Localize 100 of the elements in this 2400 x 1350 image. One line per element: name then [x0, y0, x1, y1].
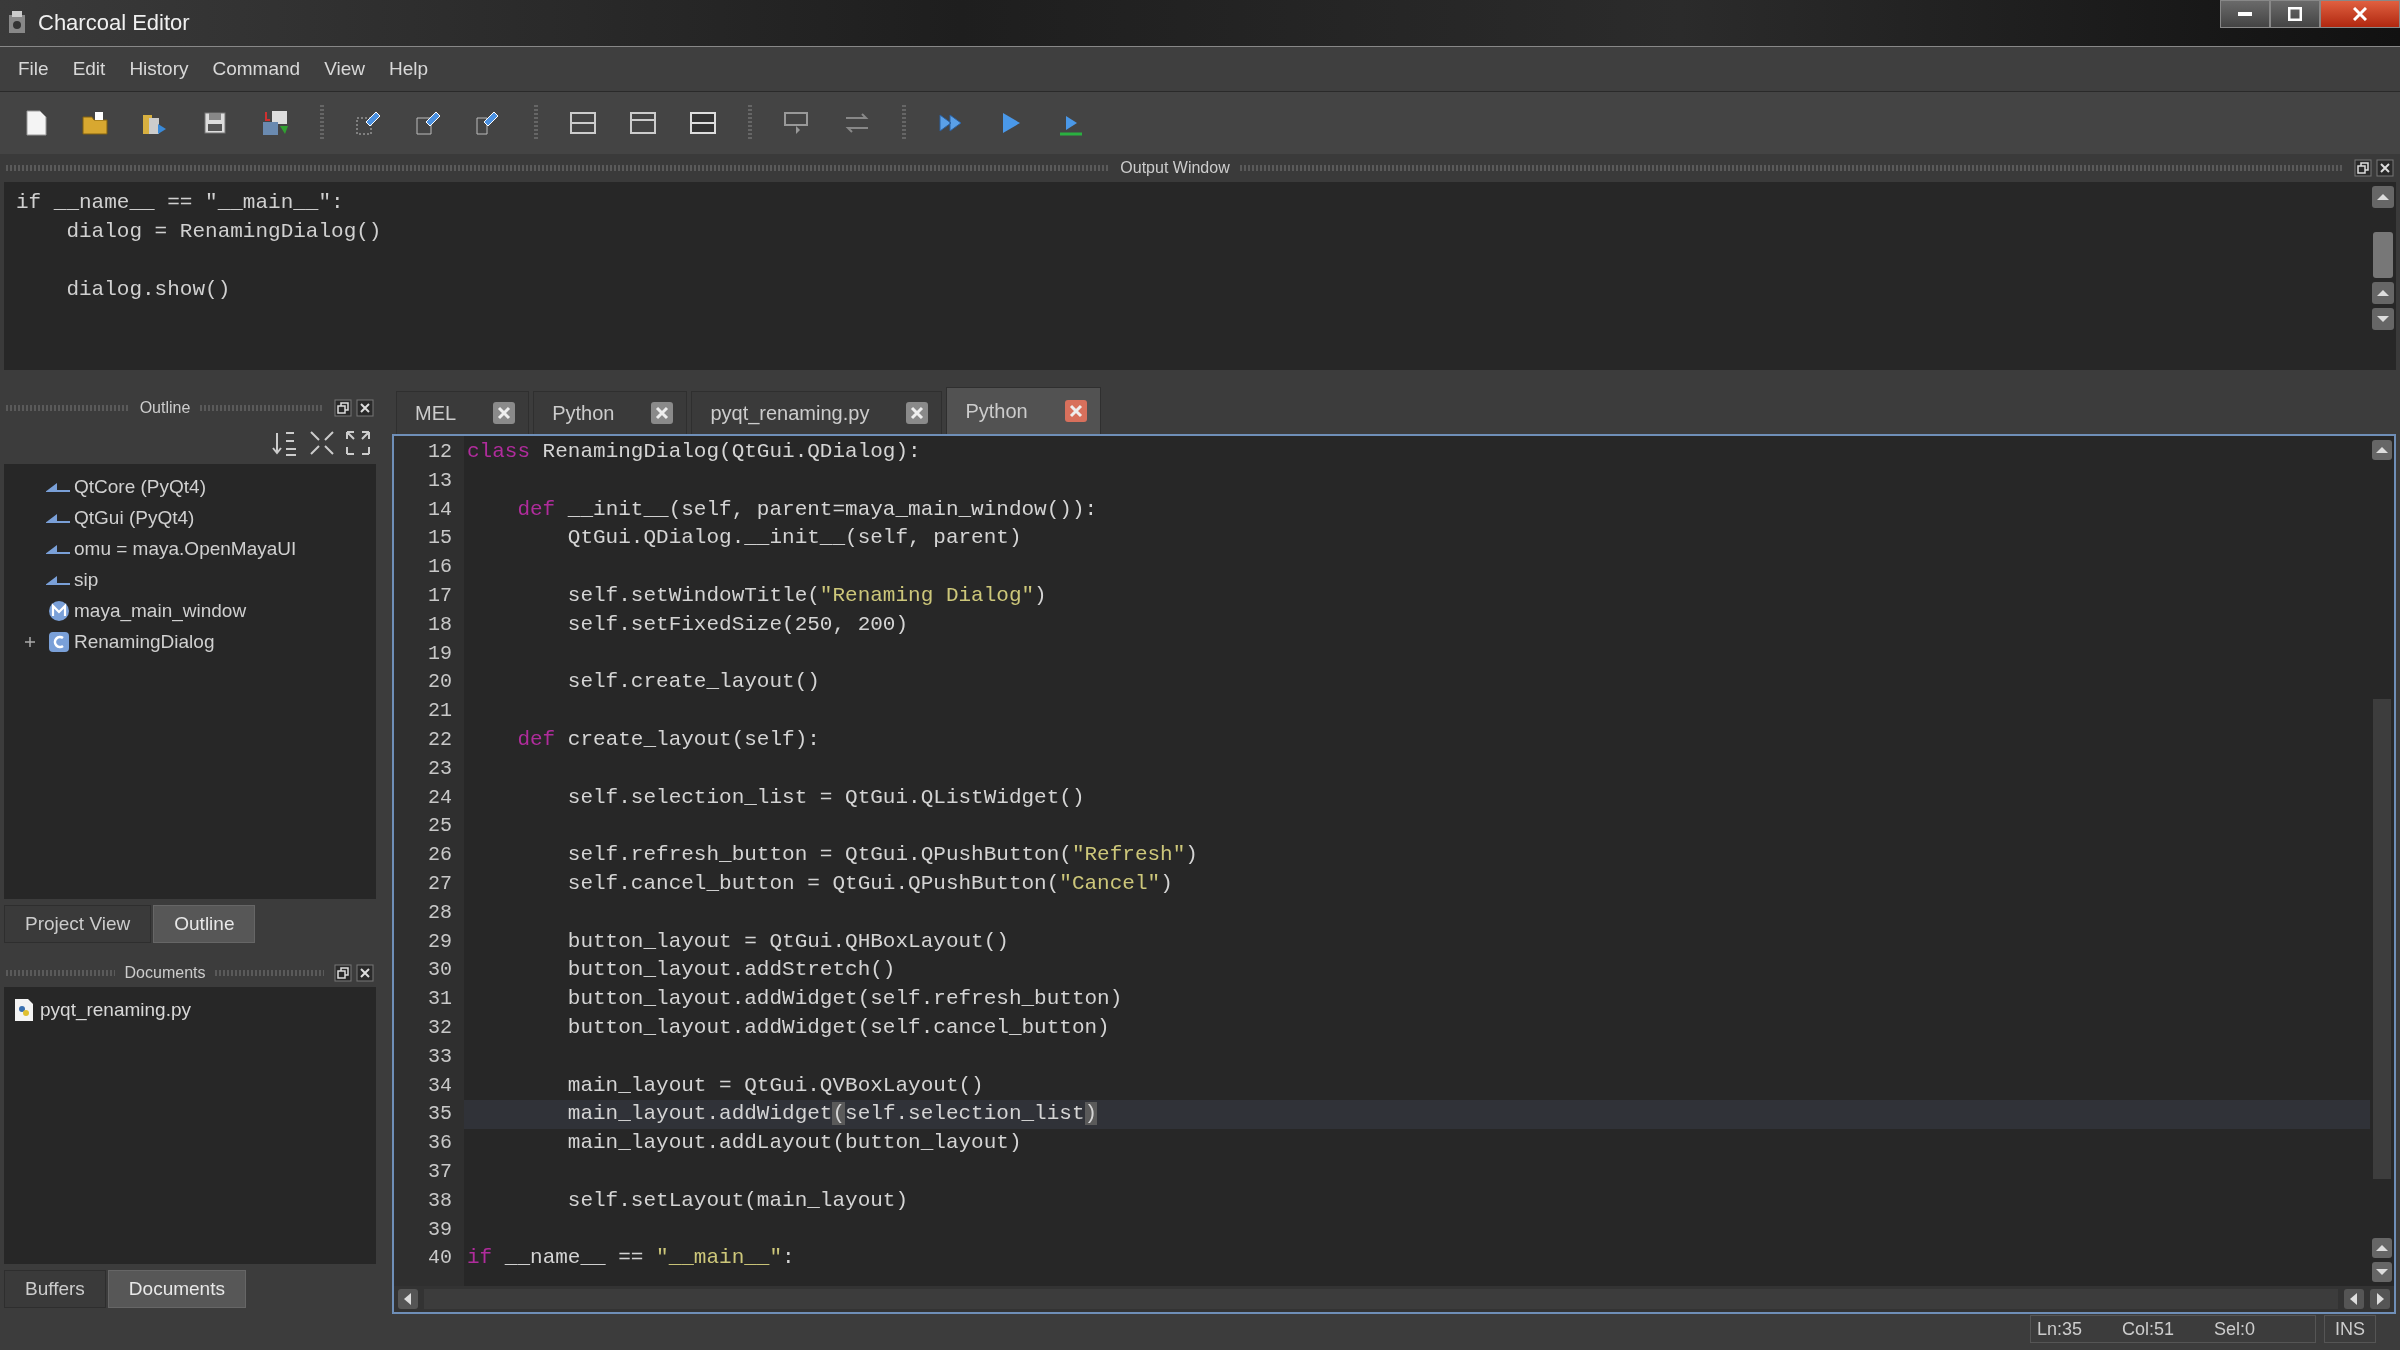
outline-item[interactable]: QtGui (PyQt4): [74, 507, 195, 530]
close-icon[interactable]: [356, 963, 374, 982]
output-line: dialog.show(): [65, 277, 232, 303]
line-number: 40: [427, 1245, 453, 1272]
line-number: 15: [427, 525, 453, 552]
line-number: 27: [427, 870, 453, 897]
menu-item[interactable]: Command: [200, 58, 313, 80]
outline-item[interactable]: sip: [74, 569, 99, 592]
close-tab-icon[interactable]: [650, 401, 675, 425]
panel-tab[interactable]: Documents: [107, 1270, 246, 1308]
panel-tab[interactable]: Project View: [4, 904, 152, 943]
panel-title: Outline: [139, 398, 191, 417]
window-title: Charcoal Editor: [38, 10, 191, 36]
scroll-down-button[interactable]: [2372, 1262, 2392, 1282]
function-icon: [48, 600, 70, 623]
editor-tab[interactable]: pyqt_renaming.py: [691, 391, 943, 434]
line-number: 24: [427, 784, 453, 811]
editor-tab[interactable]: Python: [946, 387, 1101, 434]
save-all-icon[interactable]: [260, 108, 290, 138]
line-number: 39: [427, 1216, 453, 1243]
line-number: 37: [427, 1158, 453, 1185]
menu-item[interactable]: View: [312, 58, 377, 80]
float-icon[interactable]: [334, 963, 352, 982]
line-number: 33: [427, 1043, 453, 1070]
scroll-left-button[interactable]: [2344, 1289, 2364, 1309]
code-line: self.selection_list = QtGui.QListWidget(): [566, 784, 1086, 811]
selection-length: Sel:0: [2213, 1318, 2255, 1340]
code-line: main_layout = QtGui.QVBoxLayout(): [566, 1072, 985, 1099]
line-number: 13: [427, 467, 453, 494]
close-tab-icon[interactable]: [905, 401, 930, 425]
line-number: 32: [427, 1014, 453, 1041]
code-line: self.cancel_button = QtGui.QPushButton("Cancel"): [566, 870, 1174, 897]
code-line: button_layout.addWidget(self.refresh_button): [566, 986, 1124, 1013]
scroll-up-button[interactable]: [2372, 186, 2394, 208]
expand-icon[interactable]: [344, 428, 372, 457]
document-item[interactable]: pyqt_renaming.py: [40, 999, 192, 1022]
float-icon[interactable]: [334, 398, 352, 417]
panel-title: Documents: [124, 963, 206, 982]
line-number: 30: [427, 957, 453, 984]
code-line: self.refresh_button = QtGui.QPushButton("Refresh"): [566, 842, 1199, 869]
scroll-up-button[interactable]: [2372, 1238, 2392, 1258]
output-line: dialog = RenamingDialog(): [65, 219, 383, 245]
cursor-line: Ln:35: [2036, 1318, 2082, 1340]
menu-item[interactable]: Edit: [60, 58, 118, 80]
code-line: def __init__(self, parent=maya_main_window()):: [516, 496, 1099, 523]
code-line: button_layout.addWidget(self.cancel_button): [566, 1014, 1111, 1041]
collapse-icon[interactable]: [308, 428, 336, 457]
code-line: main_layout.addLayout(button_layout): [566, 1130, 1023, 1157]
editor-tab[interactable]: MEL: [396, 391, 530, 434]
line-number: 19: [427, 640, 453, 667]
class-icon: [48, 631, 70, 654]
output-line: if __name__ == "__main__":: [16, 190, 345, 216]
scroll-up-button[interactable]: [2372, 282, 2394, 304]
code-line: self.setLayout(main_layout): [566, 1187, 910, 1214]
line-number: 31: [427, 986, 453, 1013]
line-number: 34: [427, 1072, 453, 1099]
panel-title: Output Window: [1120, 159, 1230, 177]
float-icon[interactable]: [2354, 159, 2372, 177]
scroll-up-button[interactable]: [2372, 440, 2392, 460]
code-line: self.create_layout(): [566, 669, 821, 696]
scroll-down-button[interactable]: [2372, 308, 2394, 330]
outline-item[interactable]: QtCore (PyQt4): [74, 476, 206, 499]
code-line: if __name__ == "__main__":: [466, 1245, 796, 1272]
line-number: 23: [427, 755, 453, 782]
line-number: 16: [427, 554, 453, 581]
panel-tab[interactable]: Outline: [153, 904, 256, 943]
line-number: 21: [427, 698, 453, 725]
outline-item[interactable]: omu = maya.OpenMayaUI: [74, 538, 297, 561]
menu-item[interactable]: History: [117, 58, 201, 80]
line-number: 14: [427, 496, 453, 523]
code-line: QtGui.QDialog.__init__(self, parent): [566, 525, 1023, 552]
minimize-icon: [2238, 12, 2252, 16]
line-number: 28: [427, 899, 453, 926]
menu-item[interactable]: Help: [377, 58, 441, 80]
outline-item[interactable]: RenamingDialog: [74, 631, 215, 654]
maximize-icon: [2288, 7, 2302, 21]
expand-toggle-icon[interactable]: [24, 636, 36, 649]
close-icon[interactable]: [356, 398, 374, 417]
close-icon[interactable]: [2376, 159, 2394, 177]
code-line: self.setWindowTitle("Renaming Dialog"): [566, 583, 1048, 609]
code-line: button_layout.addStretch(): [566, 957, 897, 984]
editor-tab[interactable]: Python: [533, 391, 688, 434]
maximize-button[interactable]: [2270, 0, 2320, 28]
close-tab-icon[interactable]: [492, 401, 517, 425]
line-number: 20: [427, 669, 453, 696]
outline-item[interactable]: maya_main_window: [74, 600, 247, 623]
menu-item[interactable]: File: [6, 58, 61, 80]
line-number: 36: [427, 1130, 453, 1157]
code-line: class RenamingDialog(QtGui.QDialog):: [466, 439, 922, 465]
line-number: 22: [427, 726, 453, 753]
minimize-button[interactable]: [2220, 0, 2270, 28]
scroll-right-button[interactable]: [2370, 1289, 2390, 1309]
code-line: def create_layout(self):: [516, 726, 821, 753]
close-tab-icon[interactable]: [1063, 399, 1088, 423]
line-number: 38: [427, 1187, 453, 1214]
scroll-left-button[interactable]: [398, 1289, 418, 1309]
line-number: 29: [427, 928, 453, 955]
code-line: self.setFixedSize(250, 200): [566, 611, 910, 638]
close-button[interactable]: [2320, 0, 2400, 28]
panel-tab[interactable]: Buffers: [4, 1270, 106, 1308]
